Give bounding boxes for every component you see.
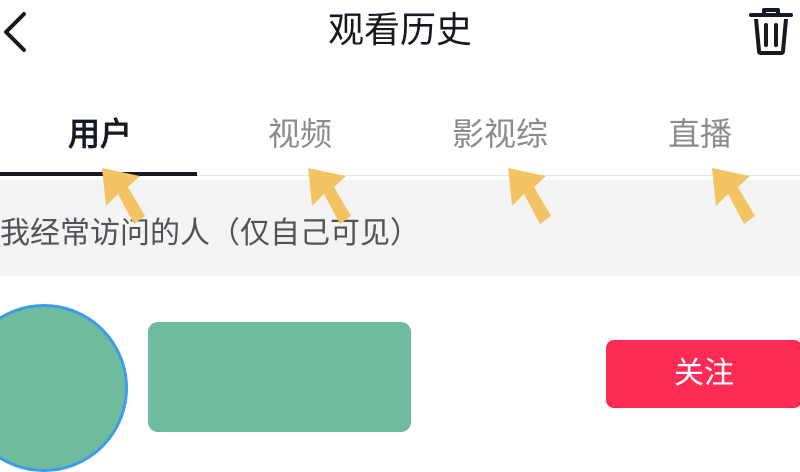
user-name-placeholder[interactable] [148,322,411,432]
page-title: 观看历史 [327,10,472,51]
pointer-arrow-icon [308,168,351,224]
avatar[interactable] [0,304,128,472]
top-bar: 观看历史 [0,0,800,70]
tab-videos[interactable]: 视频 [200,104,400,164]
tab-users[interactable]: 用户 [0,104,200,164]
pointer-arrow-icon [102,168,145,224]
list-item[interactable]: 关注 [0,276,800,472]
trash-icon [749,8,793,55]
pointer-arrow-icon [712,168,755,224]
pointer-arrow-icon [508,168,551,224]
section-label: 我经常访问的人（仅自己可见） [0,216,420,251]
delete-history-button[interactable] [746,4,796,56]
follow-button[interactable]: 关注 [606,340,800,408]
tab-live[interactable]: 直播 [600,104,800,164]
tab-film-tv[interactable]: 影视综 [400,104,600,164]
active-tab-indicator [0,172,197,176]
